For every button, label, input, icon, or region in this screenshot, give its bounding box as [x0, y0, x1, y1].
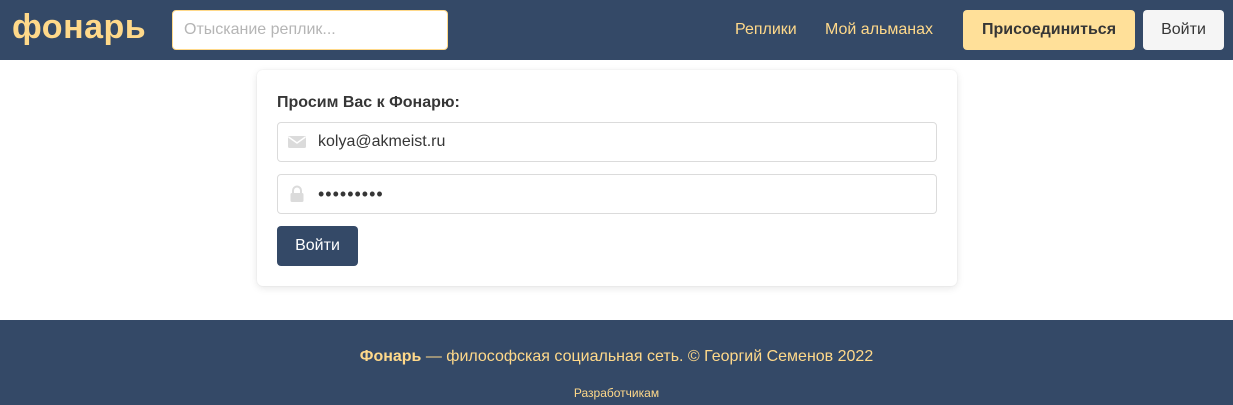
login-nav-button[interactable]: Войти: [1143, 10, 1224, 50]
envelope-icon: [288, 133, 308, 151]
footer-description: — философская социальная сеть. © Георгий…: [421, 348, 874, 365]
login-card: Просим Вас к Фонарю: kolya@akmeist.ru ••…: [257, 70, 957, 286]
email-field[interactable]: kolya@akmeist.ru: [277, 122, 937, 162]
developers-link[interactable]: Разработчикам: [0, 385, 1233, 401]
login-submit-button[interactable]: Войти: [277, 226, 358, 266]
lock-icon: [288, 185, 308, 203]
top-navbar: фонарь Реплики Мой альманах Присоединить…: [0, 0, 1233, 60]
footer-text: Фонарь — философская социальная сеть. © …: [0, 347, 1233, 367]
footer: Фонарь — философская социальная сеть. © …: [0, 320, 1233, 405]
search-input[interactable]: [172, 10, 448, 50]
password-field[interactable]: •••••••••: [277, 174, 937, 214]
nav-link-my-almanac[interactable]: Мой альманах: [825, 19, 933, 41]
join-button[interactable]: Присоединиться: [963, 10, 1135, 50]
login-form-title: Просим Вас к Фонарю:: [277, 94, 460, 111]
password-value[interactable]: •••••••••: [318, 175, 384, 213]
brand-logo[interactable]: фонарь: [12, 5, 146, 49]
email-value[interactable]: kolya@akmeist.ru: [318, 123, 445, 161]
nav-link-replies[interactable]: Реплики: [735, 19, 797, 41]
footer-brand: Фонарь: [359, 348, 422, 365]
